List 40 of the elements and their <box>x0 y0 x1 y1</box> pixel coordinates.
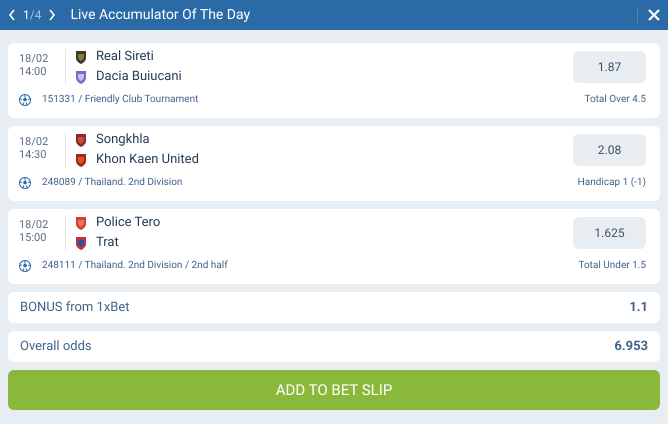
event-time: 14:30 <box>19 148 48 161</box>
market-label: Total Under 1.5 <box>578 259 646 273</box>
odds-button[interactable]: 1.87 <box>573 51 646 83</box>
soccer-ball-icon <box>19 260 31 272</box>
chevron-right-icon[interactable] <box>48 9 56 21</box>
odds-button[interactable]: 1.625 <box>573 217 646 249</box>
close-icon[interactable] <box>648 9 660 21</box>
soccer-ball-icon <box>19 94 31 106</box>
event-time: 15:00 <box>19 231 48 244</box>
odds-button[interactable]: 2.08 <box>573 134 646 166</box>
market-label: Total Over 4.5 <box>584 93 646 107</box>
crest-icon <box>75 236 87 250</box>
soccer-ball-icon <box>19 176 31 188</box>
team-name: Dacia Buiucani <box>96 68 182 86</box>
window-title: Live Accumulator Of The Day <box>70 6 250 24</box>
summary-value: 6.953 <box>614 338 648 356</box>
market-label: Handicap 1 (-1) <box>578 176 646 190</box>
summary-label: BONUS from 1xBet <box>20 298 130 317</box>
crest-icon <box>75 70 87 84</box>
league-label: 248111 / Thailand. 2nd Division / 2nd half <box>42 259 228 273</box>
crest-icon <box>75 50 87 64</box>
event-date: 18/02 <box>19 218 50 231</box>
pager-current: 1 <box>23 7 30 24</box>
chevron-left-icon[interactable] <box>8 9 16 21</box>
crest-icon <box>75 133 87 147</box>
team-name: Real Sireti <box>96 48 154 66</box>
event-date: 18/02 <box>19 52 50 65</box>
pager-total: /4 <box>30 7 42 24</box>
summary-value: 1.1 <box>629 298 648 317</box>
league-label: 151331 / Friendly Club Tournament <box>42 93 198 107</box>
team-name: Khon Kaen United <box>96 151 199 169</box>
league-label: 248089 / Thailand. 2nd Division <box>42 176 182 190</box>
crest-icon <box>75 153 87 167</box>
team-name: Songkhla <box>96 131 150 149</box>
crest-icon <box>75 216 87 230</box>
event-date: 18/02 <box>19 135 50 148</box>
summary-label: Overall odds <box>20 338 92 356</box>
team-name: Trat <box>96 234 119 252</box>
team-name: Police Tero <box>96 214 160 232</box>
event-time: 14:00 <box>19 65 48 78</box>
